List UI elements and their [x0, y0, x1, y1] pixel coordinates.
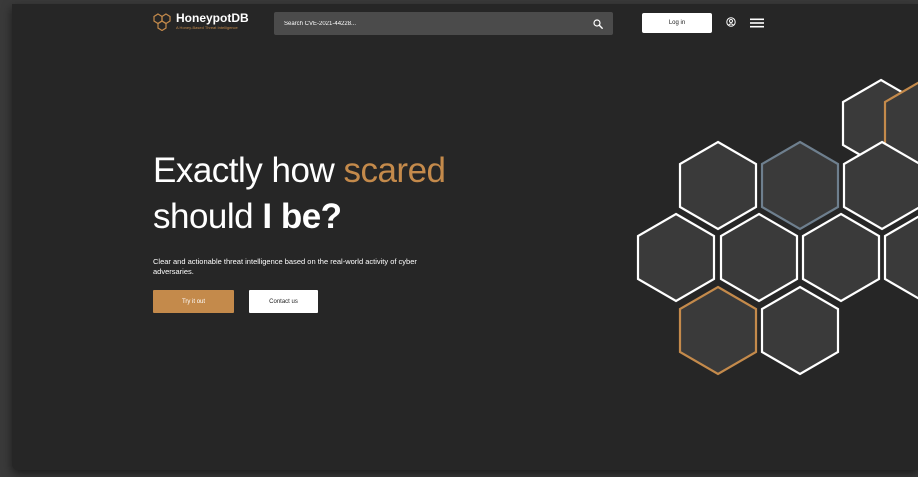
landing-page: HoneypotDB A Honey-Based Threat Intellig…	[12, 4, 918, 470]
hexagon-pattern	[636, 78, 918, 376]
hexagon-tile	[883, 215, 918, 300]
hexagon-tile	[719, 212, 799, 303]
hexagon-tile	[760, 285, 840, 376]
hexagon-tile	[678, 285, 758, 376]
hexagon-tile	[760, 140, 840, 231]
hexagon-tile	[636, 212, 716, 303]
hexagon-tile	[678, 140, 758, 231]
app-window: HoneypotDB A Honey-Based Threat Intellig…	[0, 0, 918, 477]
hexagon-tile	[801, 212, 881, 303]
